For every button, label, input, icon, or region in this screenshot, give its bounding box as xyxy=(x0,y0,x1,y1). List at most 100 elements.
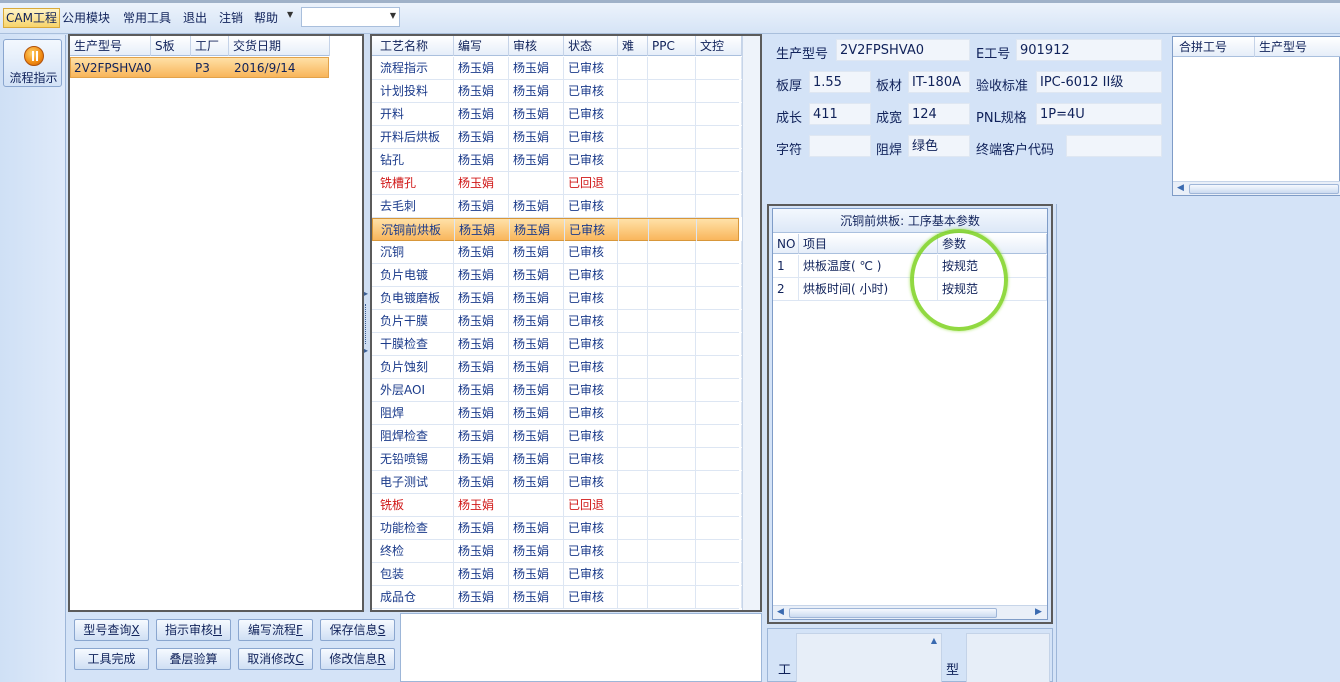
cell-status: 已回退 xyxy=(564,172,618,194)
table-row[interactable]: 阻焊 杨玉娟 杨玉娟 已审核 xyxy=(372,402,742,425)
table-row[interactable]: 铣槽孔 杨玉娟 已回退 xyxy=(372,172,742,195)
col-difficulty[interactable]: 难 xyxy=(618,36,648,56)
info-panel: 生产型号 2V2FPSHVA0 E工号 901912 板厚 1.55 板材 IT… xyxy=(766,34,1170,200)
table-row[interactable]: 铣板 杨玉娟 已回退 xyxy=(372,494,742,517)
table-row[interactable]: 沉铜 杨玉娟 杨玉娟 已审核 xyxy=(372,241,742,264)
table-row[interactable]: 包装 杨玉娟 杨玉娟 已审核 xyxy=(372,563,742,586)
cell-auditor: 杨玉娟 xyxy=(509,379,564,401)
col-merge-model[interactable]: 生产型号 xyxy=(1255,37,1340,57)
highlight-circle xyxy=(910,229,1008,331)
col-status[interactable]: 状态 xyxy=(564,36,618,56)
menu-cam-project[interactable]: CAM工程 xyxy=(3,8,60,28)
params-horizontal-scrollbar[interactable]: ◀ ▶ xyxy=(773,605,1047,619)
action-button[interactable]: 编写流程F xyxy=(238,619,313,641)
menu-common-tools[interactable]: 常用工具 xyxy=(123,9,171,27)
table-row[interactable]: 终检 杨玉娟 杨玉娟 已审核 xyxy=(372,540,742,563)
table-row[interactable]: 沉铜前烘板 杨玉娟 杨玉娟 已审核 xyxy=(372,218,743,241)
table-row[interactable]: 负片蚀刻 杨玉娟 杨玉娟 已审核 xyxy=(372,356,742,379)
table-row[interactable]: 电子测试 杨玉娟 杨玉娟 已审核 xyxy=(372,471,742,494)
table-row[interactable]: 阻焊检查 杨玉娟 杨玉娟 已审核 xyxy=(372,425,742,448)
action-button[interactable]: 修改信息R xyxy=(320,648,395,670)
col-auditor[interactable]: 审核 xyxy=(509,36,564,56)
process-vertical-scrollbar[interactable] xyxy=(742,36,760,610)
table-row[interactable]: 2V2FPSHVA0 P3 2016/9/14 xyxy=(70,57,329,78)
action-button[interactable]: 叠层验算 xyxy=(156,648,231,670)
scroll-thumb[interactable] xyxy=(789,608,997,618)
scroll-thumb[interactable] xyxy=(1189,184,1339,194)
table-row[interactable]: 功能检查 杨玉娟 杨玉娟 已审核 xyxy=(372,517,742,540)
model-field[interactable]: 2V2FPSHVA0 xyxy=(836,39,970,61)
col-no[interactable]: NO xyxy=(773,234,799,254)
cell-auditor: 杨玉娟 xyxy=(509,195,564,217)
scroll-up-icon[interactable]: ▲ xyxy=(931,636,937,645)
cell-writer: 杨玉娟 xyxy=(454,471,509,493)
col-merge-eno[interactable]: 合拼工号 xyxy=(1173,37,1255,57)
cell-model: 2V2FPSHVA0 xyxy=(74,61,152,75)
char-field[interactable] xyxy=(809,135,871,157)
cell-writer: 杨玉娟 xyxy=(454,80,509,102)
cell-empty xyxy=(696,333,742,355)
cell-name: 沉铜前烘板 xyxy=(373,219,455,241)
action-button-label: 型号查询 xyxy=(83,623,132,637)
col-factory[interactable]: 工厂 xyxy=(191,36,229,56)
table-row[interactable]: 开料后烘板 杨玉娟 杨玉娟 已审核 xyxy=(372,126,742,149)
table-row[interactable]: 无铅喷锡 杨玉娟 杨玉娟 已审核 xyxy=(372,448,742,471)
length-field[interactable]: 411 xyxy=(809,103,871,125)
table-row[interactable]: 负片干膜 杨玉娟 杨玉娟 已审核 xyxy=(372,310,742,333)
action-button[interactable]: 保存信息S xyxy=(320,619,395,641)
thickness-field[interactable]: 1.55 xyxy=(809,71,871,93)
table-row[interactable]: 计划投料 杨玉娟 杨玉娟 已审核 xyxy=(372,80,742,103)
mask-field[interactable]: 绿色 xyxy=(908,135,970,157)
bottom-text-area-2[interactable] xyxy=(966,633,1050,682)
table-row[interactable]: 钻孔 杨玉娟 杨玉娟 已审核 xyxy=(372,149,742,172)
table-row[interactable]: 流程指示 杨玉娟 杨玉娟 已审核 xyxy=(372,57,742,80)
table-row[interactable]: 负电镀磨板 杨玉娟 杨玉娟 已审核 xyxy=(372,287,742,310)
material-field[interactable]: IT-180A xyxy=(908,71,970,93)
menu-combo-box[interactable]: ▼ xyxy=(301,7,400,27)
scroll-left-icon[interactable]: ◀ xyxy=(777,607,784,617)
menu-help[interactable]: 帮助 xyxy=(254,9,278,27)
scroll-right-icon[interactable]: ▶ xyxy=(1035,607,1042,617)
cell-empty xyxy=(648,356,696,378)
action-button[interactable]: 工具完成 xyxy=(74,648,149,670)
col-delivery-date[interactable]: 交货日期 xyxy=(229,36,330,56)
action-button[interactable]: 型号查询X xyxy=(74,619,149,641)
merge-horizontal-scrollbar[interactable]: ◀ xyxy=(1173,181,1340,195)
scroll-left-icon[interactable]: ◀ xyxy=(1177,183,1184,193)
action-button[interactable]: 取消修改C xyxy=(238,648,313,670)
cell-empty xyxy=(696,241,742,263)
cell-empty xyxy=(696,471,742,493)
bottom-text-area[interactable]: ▲ xyxy=(796,633,942,682)
cell-empty xyxy=(648,57,696,79)
col-s-board[interactable]: S板 xyxy=(151,36,191,56)
customer-code-field[interactable] xyxy=(1066,135,1162,157)
cell-empty xyxy=(649,219,697,241)
eno-field[interactable]: 901912 xyxy=(1016,39,1162,61)
table-row[interactable]: 开料 杨玉娟 杨玉娟 已审核 xyxy=(372,103,742,126)
menu-logout[interactable]: 注销 xyxy=(219,9,243,27)
table-row[interactable]: 外层AOI 杨玉娟 杨玉娟 已审核 xyxy=(372,379,742,402)
chevron-down-icon[interactable]: ▼ xyxy=(390,11,396,20)
table-row[interactable]: 成品仓 杨玉娟 杨玉娟 已审核 xyxy=(372,586,742,609)
cell-writer: 杨玉娟 xyxy=(454,402,509,424)
help-dropdown-icon[interactable]: ▼ xyxy=(287,10,293,19)
cell-empty xyxy=(648,586,696,608)
menu-public-module[interactable]: 公用模块 xyxy=(62,9,110,27)
col-doc-control[interactable]: 文控 xyxy=(696,36,742,56)
table-row[interactable]: 负片电镀 杨玉娟 杨玉娟 已审核 xyxy=(372,264,742,287)
width-field[interactable]: 124 xyxy=(908,103,970,125)
col-writer[interactable]: 编写 xyxy=(454,36,509,56)
standard-field[interactable]: IPC-6012 II级 xyxy=(1036,71,1162,93)
menu-exit[interactable]: 退出 xyxy=(183,9,207,27)
table-row[interactable]: 去毛刺 杨玉娟 杨玉娟 已审核 xyxy=(372,195,742,218)
col-process-name[interactable]: 工艺名称 xyxy=(372,36,454,56)
cell-empty xyxy=(618,57,648,79)
table-row[interactable]: 干膜检查 杨玉娟 杨玉娟 已审核 xyxy=(372,333,742,356)
col-model[interactable]: 生产型号 xyxy=(70,36,151,56)
col-ppc[interactable]: PPC xyxy=(648,36,696,56)
cell-empty xyxy=(696,379,742,401)
action-button[interactable]: 指示审核H xyxy=(156,619,231,641)
nav-flow-instruction-button[interactable]: 流程指示 xyxy=(3,39,62,87)
cell-writer: 杨玉娟 xyxy=(454,264,509,286)
pnl-field[interactable]: 1P=4U xyxy=(1036,103,1162,125)
